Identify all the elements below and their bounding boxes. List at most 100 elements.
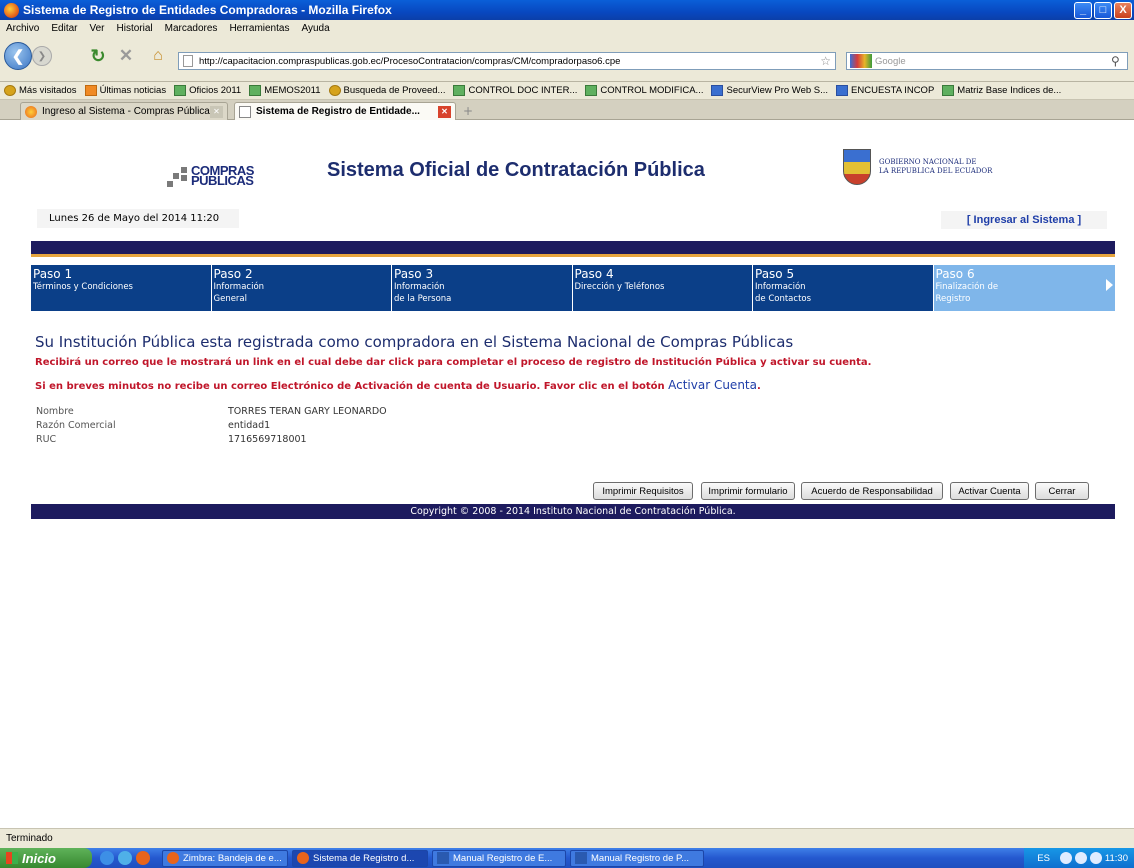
search-icon[interactable]: ⚲ bbox=[1111, 54, 1127, 68]
ie-icon[interactable] bbox=[100, 851, 114, 865]
firefox-icon bbox=[167, 852, 179, 864]
step-label: Información bbox=[394, 282, 445, 292]
star-icon bbox=[328, 85, 341, 96]
reload-icon[interactable]: ↻ bbox=[88, 46, 108, 66]
activate-account-button[interactable]: Activar Cuenta bbox=[950, 482, 1029, 500]
rss-icon bbox=[84, 85, 97, 96]
tab-bar: Ingreso al Sistema - Compras Públicas ✕ … bbox=[0, 100, 1134, 120]
bookmark-item[interactable]: Busqueda de Proveed... bbox=[328, 85, 446, 96]
info-value: 1716569718001 bbox=[228, 434, 307, 445]
folder-icon bbox=[174, 85, 187, 96]
tray-icon[interactable] bbox=[1074, 852, 1087, 864]
bookmark-item[interactable]: Más visitados bbox=[4, 85, 77, 96]
status-bar: Terminado bbox=[0, 828, 1134, 848]
tray-icon[interactable] bbox=[1089, 852, 1102, 864]
date-bar: Lunes 26 de Mayo del 2014 11:20 [ Ingres… bbox=[31, 203, 1115, 235]
bookmark-item[interactable]: Últimas noticias bbox=[84, 85, 167, 96]
bookmark-star-icon[interactable]: ☆ bbox=[820, 54, 831, 68]
bookmark-item[interactable]: ENCUESTA INCOP bbox=[836, 85, 934, 96]
coat-of-arms-icon bbox=[843, 149, 871, 185]
back-icon[interactable]: ❮ bbox=[4, 42, 32, 70]
action-buttons: Imprimir Requisitos Imprimir formulario … bbox=[31, 482, 1115, 504]
window-title: Sistema de Registro de Entidades Comprad… bbox=[23, 3, 392, 17]
taskbar-item-label: Zimbra: Bandeja de e... bbox=[183, 852, 282, 864]
bookmark-label: Últimas noticias bbox=[99, 85, 167, 96]
star-icon bbox=[4, 85, 16, 96]
page-content: COMPRAS PÚBLICAS Sistema Oficial de Cont… bbox=[0, 121, 1134, 828]
menu-editar[interactable]: Editar bbox=[51, 23, 77, 34]
tab-label: Sistema de Registro de Entidade... bbox=[256, 106, 420, 117]
minimize-button[interactable]: _ bbox=[1074, 1, 1092, 19]
step-2: Paso 2 Información General bbox=[211, 265, 391, 311]
print-form-button[interactable]: Imprimir formulario bbox=[701, 482, 795, 500]
menu-bar: Archivo Editar Ver Historial Marcadores … bbox=[0, 20, 1134, 36]
close-button[interactable]: Cerrar bbox=[1035, 482, 1089, 500]
bookmark-label: ENCUESTA INCOP bbox=[851, 85, 935, 96]
bookmark-item[interactable]: CONTROL DOC INTER... bbox=[453, 85, 577, 96]
menu-ver[interactable]: Ver bbox=[89, 23, 104, 34]
bookmark-label: MEMOS2011 bbox=[264, 85, 321, 96]
step-label: Finalización de bbox=[935, 282, 999, 292]
step-label: Términos y Condiciones bbox=[33, 282, 133, 292]
taskbar-item-active[interactable]: Sistema de Registro d... bbox=[292, 849, 428, 867]
new-tab-icon[interactable]: + bbox=[460, 104, 476, 118]
current-date: Lunes 26 de Mayo del 2014 11:20 bbox=[37, 209, 239, 228]
print-requirements-button[interactable]: Imprimir Requisitos bbox=[593, 482, 693, 500]
chrome-icon[interactable] bbox=[118, 851, 132, 865]
menu-herramientas[interactable]: Herramientas bbox=[229, 23, 289, 34]
tab-ingreso[interactable]: Ingreso al Sistema - Compras Públicas ✕ bbox=[20, 102, 228, 120]
info-key: RUC bbox=[36, 434, 57, 445]
close-window-button[interactable]: X bbox=[1114, 1, 1132, 19]
language-indicator[interactable]: ES bbox=[1037, 853, 1050, 864]
menu-archivo[interactable]: Archivo bbox=[6, 23, 39, 34]
maximize-button[interactable]: □ bbox=[1094, 1, 1112, 19]
bookmark-item[interactable]: MEMOS2011 bbox=[249, 85, 321, 96]
bookmark-label: SecurView Pro Web S... bbox=[726, 85, 829, 96]
link-icon bbox=[836, 85, 849, 96]
menu-marcadores[interactable]: Marcadores bbox=[165, 23, 218, 34]
status-text: Terminado bbox=[6, 833, 53, 844]
forward-icon[interactable]: ❯ bbox=[32, 46, 52, 66]
search-input[interactable]: Google ⚲ bbox=[846, 52, 1128, 70]
home-icon[interactable]: ⌂ bbox=[148, 46, 168, 66]
taskbar-item[interactable]: Manual Registro de E... bbox=[432, 849, 566, 867]
tray-icon[interactable] bbox=[1059, 852, 1072, 864]
bookmark-item[interactable]: CONTROL MODIFICA... bbox=[585, 85, 703, 96]
bookmark-item[interactable]: SecurView Pro Web S... bbox=[711, 85, 828, 96]
tab-close-icon[interactable]: ✕ bbox=[210, 105, 223, 118]
registration-page: COMPRAS PÚBLICAS Sistema Oficial de Cont… bbox=[31, 147, 1115, 519]
warning-message: Recibirá un correo que le mostrará un li… bbox=[35, 357, 872, 368]
taskbar-item[interactable]: Zimbra: Bandeja de e... bbox=[162, 849, 288, 867]
menu-ayuda[interactable]: Ayuda bbox=[301, 23, 329, 34]
logo-square bbox=[181, 175, 187, 181]
folder-icon bbox=[942, 85, 955, 96]
firefox-icon[interactable] bbox=[136, 851, 150, 865]
entity-info: Nombre TORRES TERAN GARY LEONARDO Razón … bbox=[36, 406, 1115, 448]
navigation-toolbar: ❮ ❯ ↻ ✕ ⌂ http://capacitacion.compraspub… bbox=[0, 36, 1134, 82]
taskbar-item[interactable]: Manual Registro de P... bbox=[570, 849, 704, 867]
bookmark-item[interactable]: Matriz Base Indices de... bbox=[942, 85, 1061, 96]
menu-historial[interactable]: Historial bbox=[117, 23, 153, 34]
activation-message: Si en breves minutos no recibe un correo… bbox=[35, 378, 1115, 392]
start-button[interactable]: Inicio bbox=[0, 848, 92, 868]
activar-cuenta-link[interactable]: Activar Cuenta bbox=[668, 378, 757, 392]
url-bar[interactable]: http://capacitacion.compraspublicas.gob.… bbox=[178, 52, 836, 70]
responsibility-agreement-button[interactable]: Acuerdo de Responsabilidad bbox=[801, 482, 943, 500]
bookmark-label: Busqueda de Proveed... bbox=[343, 85, 446, 96]
page-header: COMPRAS PÚBLICAS Sistema Oficial de Cont… bbox=[31, 147, 1115, 203]
step-3: Paso 3 Información de la Persona bbox=[392, 265, 572, 311]
tab-sistema-registro[interactable]: Sistema de Registro de Entidade... ✕ bbox=[234, 102, 456, 120]
header-band bbox=[31, 241, 1115, 257]
step-4: Paso 4 Dirección y Teléfonos bbox=[572, 265, 752, 311]
taskbar-item-label: Manual Registro de P... bbox=[591, 852, 690, 864]
link-icon bbox=[711, 85, 724, 96]
login-link[interactable]: [ Ingresar al Sistema ] bbox=[941, 211, 1107, 229]
folder-icon bbox=[249, 85, 262, 96]
logo-square bbox=[173, 173, 179, 179]
step-label: de Contactos bbox=[755, 294, 812, 304]
google-icon bbox=[850, 54, 872, 68]
wizard-steps: Paso 1 Términos y Condiciones Paso 2 Inf… bbox=[31, 265, 1115, 311]
tab-close-icon[interactable]: ✕ bbox=[438, 105, 451, 118]
bookmark-item[interactable]: Oficios 2011 bbox=[174, 85, 241, 96]
stop-icon[interactable]: ✕ bbox=[116, 46, 136, 66]
